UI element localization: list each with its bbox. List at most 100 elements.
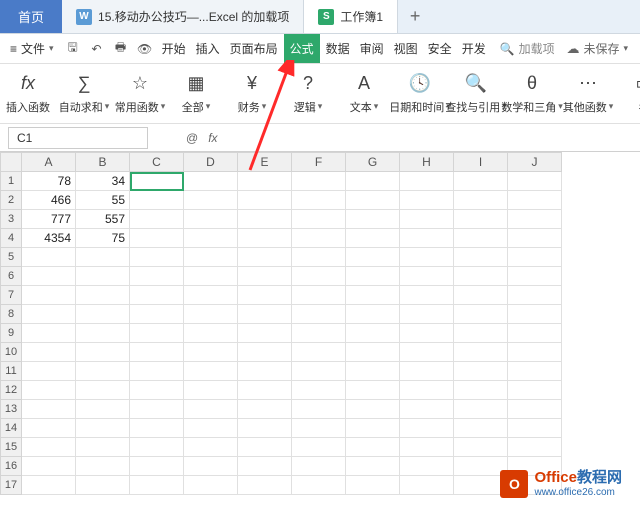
cell-B14[interactable]	[76, 419, 130, 438]
cell-G4[interactable]	[346, 229, 400, 248]
row-header-7[interactable]: 7	[0, 286, 22, 305]
cell-B13[interactable]	[76, 400, 130, 419]
cell-D9[interactable]	[184, 324, 238, 343]
col-header-B[interactable]: B	[76, 152, 130, 172]
row-header-1[interactable]: 1	[0, 172, 22, 191]
cell-H2[interactable]	[400, 191, 454, 210]
cell-J12[interactable]	[508, 381, 562, 400]
cell-B16[interactable]	[76, 457, 130, 476]
cell-C3[interactable]	[130, 210, 184, 229]
cell-J10[interactable]	[508, 343, 562, 362]
cell-A2[interactable]: 466	[22, 191, 76, 210]
cell-I13[interactable]	[454, 400, 508, 419]
cell-A15[interactable]	[22, 438, 76, 457]
cell-H5[interactable]	[400, 248, 454, 267]
cell-F11[interactable]	[292, 362, 346, 381]
cell-B7[interactable]	[76, 286, 130, 305]
cell-F3[interactable]	[292, 210, 346, 229]
cell-F7[interactable]	[292, 286, 346, 305]
name-button[interactable]: ▭ 名	[620, 71, 640, 117]
row-header-12[interactable]: 12	[0, 381, 22, 400]
cell-H14[interactable]	[400, 419, 454, 438]
cell-A13[interactable]	[22, 400, 76, 419]
cell-G6[interactable]	[346, 267, 400, 286]
cell-C10[interactable]	[130, 343, 184, 362]
cell-J2[interactable]	[508, 191, 562, 210]
cell-A1[interactable]: 78	[22, 172, 76, 191]
cell-F4[interactable]	[292, 229, 346, 248]
cell-F5[interactable]	[292, 248, 346, 267]
cell-D14[interactable]	[184, 419, 238, 438]
col-header-E[interactable]: E	[238, 152, 292, 172]
cell-J8[interactable]	[508, 305, 562, 324]
tab-start[interactable]: 开始	[158, 34, 190, 63]
cell-H4[interactable]	[400, 229, 454, 248]
cell-C11[interactable]	[130, 362, 184, 381]
cell-A8[interactable]	[22, 305, 76, 324]
unsaved-status[interactable]: ☁ 未保存 ▾	[566, 40, 628, 57]
cell-I8[interactable]	[454, 305, 508, 324]
cell-C2[interactable]	[130, 191, 184, 210]
cell-I14[interactable]	[454, 419, 508, 438]
tab-data[interactable]: 数据	[322, 34, 354, 63]
cell-G2[interactable]	[346, 191, 400, 210]
cell-D7[interactable]	[184, 286, 238, 305]
cell-E2[interactable]	[238, 191, 292, 210]
cell-F17[interactable]	[292, 476, 346, 495]
fx-at-icon[interactable]: @	[186, 131, 198, 145]
cell-H8[interactable]	[400, 305, 454, 324]
cell-H1[interactable]	[400, 172, 454, 191]
cell-F16[interactable]	[292, 457, 346, 476]
cell-D11[interactable]	[184, 362, 238, 381]
cell-G13[interactable]	[346, 400, 400, 419]
cell-C9[interactable]	[130, 324, 184, 343]
cell-E11[interactable]	[238, 362, 292, 381]
preview-icon[interactable]: 👁	[134, 38, 156, 60]
cell-B1[interactable]: 34	[76, 172, 130, 191]
text-button[interactable]: A 文本▾	[340, 71, 388, 117]
col-header-D[interactable]: D	[184, 152, 238, 172]
cell-D2[interactable]	[184, 191, 238, 210]
row-header-9[interactable]: 9	[0, 324, 22, 343]
cell-I9[interactable]	[454, 324, 508, 343]
home-tab[interactable]: 首页	[0, 0, 62, 33]
tab-insert[interactable]: 插入	[192, 34, 224, 63]
cell-B9[interactable]	[76, 324, 130, 343]
cell-A14[interactable]	[22, 419, 76, 438]
fx-label[interactable]: fx	[208, 131, 217, 145]
cell-G1[interactable]	[346, 172, 400, 191]
common-fn-button[interactable]: ☆ 常用函数▾	[116, 71, 164, 117]
row-header-15[interactable]: 15	[0, 438, 22, 457]
cell-B5[interactable]	[76, 248, 130, 267]
cell-D4[interactable]	[184, 229, 238, 248]
name-box[interactable]: C1	[8, 127, 148, 149]
doc-tab-2[interactable]: S 工作簿1	[304, 0, 398, 33]
row-header-11[interactable]: 11	[0, 362, 22, 381]
cell-B8[interactable]	[76, 305, 130, 324]
cell-C5[interactable]	[130, 248, 184, 267]
cell-G15[interactable]	[346, 438, 400, 457]
cell-H15[interactable]	[400, 438, 454, 457]
col-header-A[interactable]: A	[22, 152, 76, 172]
cell-E4[interactable]	[238, 229, 292, 248]
cell-I15[interactable]	[454, 438, 508, 457]
cell-H9[interactable]	[400, 324, 454, 343]
cell-J9[interactable]	[508, 324, 562, 343]
cell-H12[interactable]	[400, 381, 454, 400]
row-header-10[interactable]: 10	[0, 343, 22, 362]
cell-D17[interactable]	[184, 476, 238, 495]
save-icon[interactable]: 🖫	[62, 38, 84, 60]
col-header-H[interactable]: H	[400, 152, 454, 172]
cell-I11[interactable]	[454, 362, 508, 381]
cell-F12[interactable]	[292, 381, 346, 400]
row-header-16[interactable]: 16	[0, 457, 22, 476]
cell-C6[interactable]	[130, 267, 184, 286]
lookup-button[interactable]: 🔍 查找与引用▾	[452, 71, 500, 117]
cell-B11[interactable]	[76, 362, 130, 381]
row-header-5[interactable]: 5	[0, 248, 22, 267]
cell-A3[interactable]: 777	[22, 210, 76, 229]
cell-B6[interactable]	[76, 267, 130, 286]
cell-J1[interactable]	[508, 172, 562, 191]
math-button[interactable]: θ 数学和三角▾	[508, 71, 556, 117]
cell-A9[interactable]	[22, 324, 76, 343]
